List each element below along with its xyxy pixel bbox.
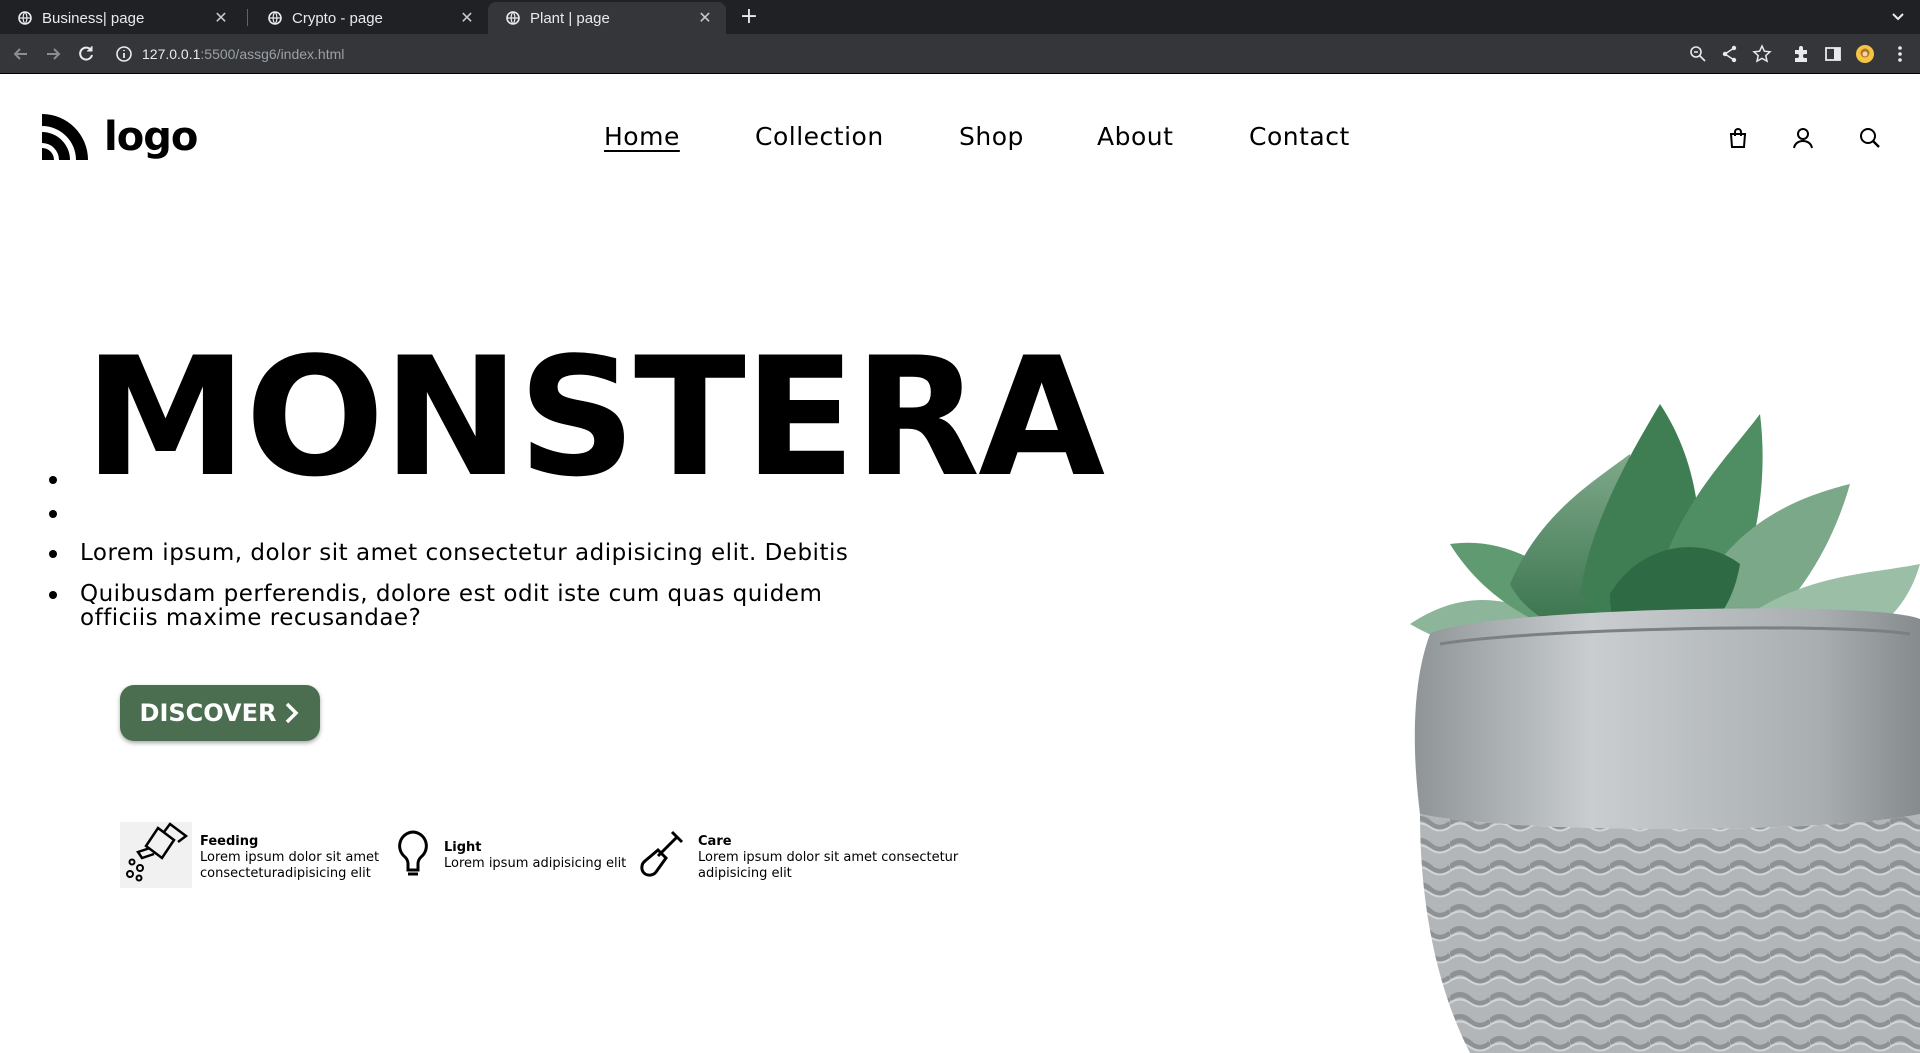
feature-text: Feeding Lorem ipsum dolor sit amet conse… — [200, 822, 379, 882]
tab-title: Plant | page — [530, 9, 610, 27]
main-nav: Home Collection Shop About Contact — [0, 122, 1920, 162]
nav-contact[interactable]: Contact — [1249, 122, 1350, 151]
tab-divider — [247, 9, 248, 26]
discover-button-label: DISCOVER — [139, 699, 277, 727]
feature-text: Light Lorem ipsum adipisicing elit — [444, 822, 626, 872]
close-icon[interactable]: ✕ — [696, 8, 714, 28]
list-bullet — [49, 476, 57, 484]
side-panel-icon[interactable] — [1823, 44, 1843, 64]
url-path: :5500/assg6/index.html — [200, 46, 345, 62]
close-icon[interactable]: ✕ — [212, 8, 230, 28]
feature-description: consecteturadipisicing elit — [200, 866, 371, 881]
close-icon[interactable]: ✕ — [458, 8, 476, 28]
succulent-plant-image — [1410, 404, 1920, 1053]
hero-title: MONSTERA — [84, 322, 1105, 513]
url-host: 127.0.0.1 — [142, 46, 201, 62]
browser-tab-crypto[interactable]: Crypto - page ✕ — [250, 2, 488, 34]
feature-title: Light — [444, 840, 482, 855]
more-menu-icon[interactable] — [1890, 44, 1910, 64]
extensions-icon[interactable] — [1791, 44, 1811, 64]
globe-icon — [18, 11, 32, 25]
feature-light: Light Lorem ipsum adipisicing elit — [390, 822, 626, 888]
globe-icon — [506, 11, 520, 25]
reload-icon[interactable] — [76, 44, 96, 64]
globe-icon — [268, 11, 282, 25]
tab-title: Business| page — [42, 9, 145, 27]
chevron-right-icon — [286, 702, 299, 724]
tab-search-chevron-icon[interactable] — [1890, 8, 1906, 24]
shopping-bag-icon[interactable] — [1726, 126, 1750, 150]
watering-can-icon — [120, 822, 192, 888]
profile-avatar[interactable] — [1855, 44, 1875, 64]
feature-description: adipisicing elit — [698, 866, 792, 881]
browser-tab-plant[interactable]: Plant | page ✕ — [488, 2, 726, 34]
address-bar[interactable]: 127.0.0.1:5500/assg6/index.html — [142, 42, 344, 66]
site-info-icon[interactable] — [114, 44, 134, 64]
browser-toolbar: 127.0.0.1:5500/assg6/index.html — [0, 34, 1920, 74]
forward-icon[interactable] — [43, 44, 63, 64]
nav-about[interactable]: About — [1097, 122, 1173, 151]
shovel-icon — [640, 830, 684, 877]
nav-shop[interactable]: Shop — [959, 122, 1024, 151]
user-icon[interactable] — [1791, 126, 1815, 150]
list-bullet — [49, 550, 57, 558]
bookmark-star-icon[interactable] — [1752, 44, 1772, 64]
share-icon[interactable] — [1720, 44, 1740, 64]
discover-button[interactable]: DISCOVER — [120, 685, 320, 741]
feature-care: Care Lorem ipsum dolor sit amet consecte… — [636, 822, 958, 888]
feature-title: Care — [698, 834, 732, 849]
hero-description-line: Lorem ipsum, dolor sit amet consectetur … — [80, 540, 849, 566]
feature-title: Feeding — [200, 834, 259, 849]
feature-description: Lorem ipsum adipisicing elit — [444, 856, 627, 871]
feature-text: Care Lorem ipsum dolor sit amet consecte… — [698, 822, 958, 882]
feature-description: Lorem ipsum dolor sit amet — [200, 850, 380, 865]
zoom-icon[interactable] — [1688, 44, 1708, 64]
new-tab-button[interactable]: + — [738, 6, 760, 28]
browser-tab-strip: Business| page ✕ Crypto - page ✕ Plant |… — [0, 0, 1920, 34]
tab-title: Crypto - page — [292, 9, 383, 27]
feature-feeding: Feeding Lorem ipsum dolor sit amet conse… — [120, 822, 379, 888]
hero-description-line: officiis maxime recusandae? — [80, 605, 422, 631]
nav-collection[interactable]: Collection — [755, 122, 884, 151]
hero-description-line: Quibusdam perferendis, dolore est odit i… — [80, 581, 823, 607]
browser-tab-business[interactable]: Business| page ✕ — [0, 2, 242, 34]
feature-description: Lorem ipsum dolor sit amet consectetur — [698, 850, 959, 865]
list-bullet — [49, 591, 57, 599]
back-icon[interactable] — [11, 44, 31, 64]
list-bullet — [49, 510, 57, 518]
nav-home[interactable]: Home — [604, 122, 680, 151]
page-content: logo Home Collection Shop About Contact … — [0, 74, 1920, 1053]
light-bulb-icon — [398, 830, 428, 876]
search-icon[interactable] — [1858, 126, 1882, 150]
